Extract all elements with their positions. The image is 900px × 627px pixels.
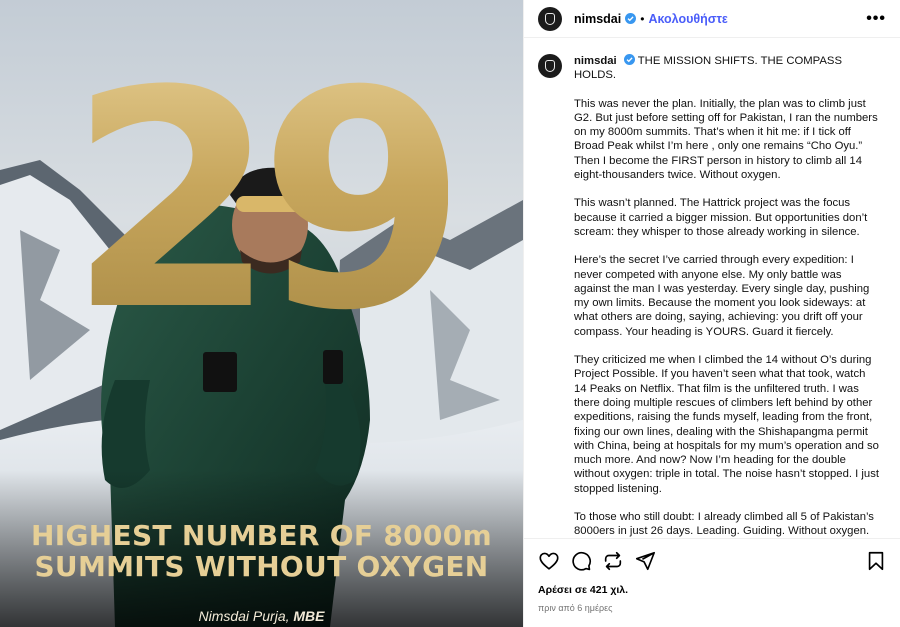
caption-paragraph: They criticized me when I climbed the 14… xyxy=(574,354,879,495)
caption-paragraph: This wasn’t planned. The Hattrick projec… xyxy=(574,197,868,238)
bookmark-icon[interactable] xyxy=(865,550,887,572)
credit-suffix: MBE xyxy=(293,608,325,624)
headline-line2: SUMMITS WITHOUT OXYGEN xyxy=(34,550,489,583)
likes-count[interactable]: Αρέσει σε 421 χιλ. xyxy=(538,584,887,596)
action-icons xyxy=(538,549,887,573)
photo-credit: Nimsdai Purja, MBE xyxy=(0,608,523,624)
avatar[interactable] xyxy=(538,6,562,31)
caption-first-paragraph: nimsdai THE MISSION SHIFTS. THE COMPASS … xyxy=(574,54,879,83)
actions-bar: Αρέσει σε 421 χιλ. πριν από 6 ημέρες xyxy=(524,538,900,613)
post-timestamp[interactable]: πριν από 6 ημέρες xyxy=(538,603,887,613)
caption-username[interactable]: nimsdai xyxy=(574,55,617,67)
caption-paragraph: To those who still doubt: I already clim… xyxy=(574,511,874,538)
verified-badge-icon xyxy=(625,13,637,24)
logo-icon xyxy=(545,60,555,72)
caption-area[interactable]: nimsdai THE MISSION SHIFTS. THE COMPASS … xyxy=(524,39,900,538)
credit-name: Nimsdai Purja, xyxy=(198,608,294,624)
big-number-29: 29 xyxy=(68,27,467,376)
headline-line1: HIGHEST NUMBER OF 8000m xyxy=(31,519,492,552)
post-side-panel: nimsdai • Ακολουθήστε ••• nimsdai THE MI… xyxy=(523,0,900,627)
caption-paragraph: Here’s the secret I’ve carried through e… xyxy=(574,254,870,338)
caption-paragraph: This was never the plan. Initially, the … xyxy=(574,97,878,182)
separator-dot: • xyxy=(640,11,645,26)
more-options-button[interactable]: ••• xyxy=(866,10,886,28)
comment-icon[interactable] xyxy=(570,550,592,572)
caption-avatar[interactable] xyxy=(538,54,562,78)
caption-text: nimsdai THE MISSION SHIFTS. THE COMPASS … xyxy=(574,54,879,538)
caption: nimsdai THE MISSION SHIFTS. THE COMPASS … xyxy=(538,54,887,538)
repost-icon[interactable] xyxy=(602,550,624,572)
follow-button[interactable]: Ακολουθήστε xyxy=(648,12,727,26)
share-icon[interactable] xyxy=(634,550,656,572)
heart-icon[interactable] xyxy=(538,550,560,572)
post-header: nimsdai • Ακολουθήστε ••• xyxy=(524,0,900,38)
header-username[interactable]: nimsdai xyxy=(574,12,621,26)
post-image[interactable]: 29 HIGHEST NUMBER OF 8000m SUMMITS WITHO… xyxy=(0,0,523,627)
verified-badge-icon xyxy=(623,54,635,65)
logo-icon xyxy=(545,12,555,25)
